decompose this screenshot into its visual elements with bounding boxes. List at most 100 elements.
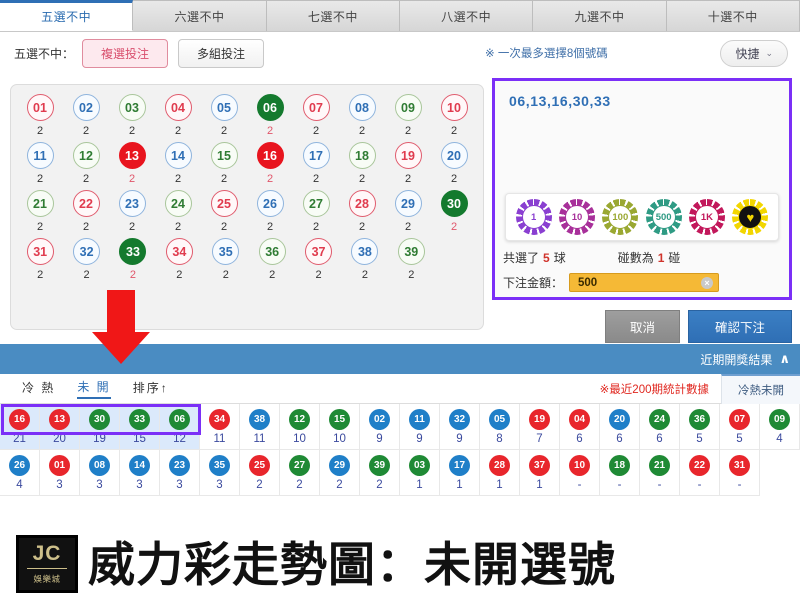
number-ball-25[interactable]: 25 [210,190,238,217]
chip-500[interactable]: 500 [645,199,682,235]
number-ball-29[interactable]: 29 [394,190,422,217]
stats-cell-26[interactable]: 26 4 [0,450,40,496]
number-ball-35[interactable]: 35 [212,238,240,265]
stats-ball-07[interactable]: 07 [729,409,750,430]
stats-ball-03[interactable]: 03 [409,455,430,476]
number-cell-10[interactable]: 10 2 [431,94,477,142]
stats-ball-13[interactable]: 13 [49,409,70,430]
number-ball-32[interactable]: 32 [73,238,101,265]
stats-cell-37[interactable]: 37 1 [520,450,560,496]
number-cell-23[interactable]: 23 2 [109,190,155,238]
stats-ball-19[interactable]: 19 [529,409,550,430]
stats-cell-17[interactable]: 17 1 [440,450,480,496]
chip-100[interactable]: 100 [602,199,639,235]
number-ball-27[interactable]: 27 [302,190,330,217]
number-ball-36[interactable]: 36 [258,238,286,265]
chip-1[interactable]: 1 [515,199,552,235]
stats-cell-10[interactable]: 10 - [560,450,600,496]
number-cell-20[interactable]: 20 2 [431,142,477,190]
stats-cell-34[interactable]: 34 11 [200,404,240,450]
stats-ball-20[interactable]: 20 [609,409,630,430]
stats-cell-38[interactable]: 38 11 [240,404,280,450]
number-cell-05[interactable]: 05 2 [201,94,247,142]
number-ball-28[interactable]: 28 [348,190,376,217]
stats-ball-15[interactable]: 15 [329,409,350,430]
number-ball-31[interactable]: 31 [26,238,54,265]
number-cell-30[interactable]: 30 2 [431,190,477,238]
number-cell-33[interactable]: 33 2 [110,238,156,286]
number-cell-01[interactable]: 01 2 [17,94,63,142]
tab-cold-hot[interactable]: 冷 熱 [22,379,55,398]
stats-cell-29[interactable]: 29 2 [320,450,360,496]
stats-ball-39[interactable]: 39 [369,455,390,476]
number-ball-19[interactable]: 19 [394,142,422,169]
bet-amount-input[interactable]: 500 × [569,273,720,292]
stats-ball-27[interactable]: 27 [289,455,310,476]
stats-ball-01[interactable]: 01 [49,455,70,476]
stats-ball-30[interactable]: 30 [89,409,110,430]
stats-cell-16[interactable]: 16 21 [0,404,40,450]
stats-cell-12[interactable]: 12 10 [280,404,320,450]
number-ball-26[interactable]: 26 [256,190,284,217]
stats-cell-21[interactable]: 21 - [640,450,680,496]
stats-ball-29[interactable]: 29 [329,455,350,476]
number-cell-27[interactable]: 27 2 [293,190,339,238]
number-ball-37[interactable]: 37 [305,238,333,265]
number-cell-07[interactable]: 07 2 [293,94,339,142]
stats-ball-04[interactable]: 04 [569,409,590,430]
stats-cell-07[interactable]: 07 5 [720,404,760,450]
stats-cell-36[interactable]: 36 5 [680,404,720,450]
stats-ball-06[interactable]: 06 [169,409,190,430]
number-ball-30[interactable]: 30 [440,190,468,217]
multi-group-bet-button[interactable]: 多組投注 [178,38,265,68]
number-ball-18[interactable]: 18 [348,142,376,169]
number-ball-20[interactable]: 20 [440,142,468,169]
stats-cell-13[interactable]: 13 20 [40,404,80,450]
number-ball-23[interactable]: 23 [118,190,146,217]
tab-cold-hot-unopened[interactable]: 冷熱未開 [721,373,800,404]
number-ball-22[interactable]: 22 [72,190,100,217]
stats-ball-26[interactable]: 26 [9,455,30,476]
number-cell-37[interactable]: 37 2 [295,238,341,286]
number-ball-06[interactable]: 06 [256,94,284,121]
stats-cell-24[interactable]: 24 6 [640,404,680,450]
stats-ball-33[interactable]: 33 [129,409,150,430]
chip-1K[interactable]: 1K [688,199,725,235]
tab-5[interactable]: 九選不中 [532,0,667,31]
number-cell-13[interactable]: 13 2 [109,142,155,190]
number-cell-16[interactable]: 16 2 [247,142,293,190]
stats-cell-31[interactable]: 31 - [720,450,760,496]
number-cell-21[interactable]: 21 2 [17,190,63,238]
number-ball-17[interactable]: 17 [302,142,330,169]
number-ball-16[interactable]: 16 [256,142,284,169]
number-cell-14[interactable]: 14 2 [155,142,201,190]
number-ball-12[interactable]: 12 [72,142,100,169]
stats-cell-02[interactable]: 02 9 [360,404,400,450]
stats-ball-02[interactable]: 02 [369,409,390,430]
stats-cell-04[interactable]: 04 6 [560,404,600,450]
stats-ball-32[interactable]: 32 [449,409,470,430]
stats-ball-17[interactable]: 17 [449,455,470,476]
number-ball-03[interactable]: 03 [118,94,146,121]
tab-2[interactable]: 六選不中 [132,0,267,31]
number-cell-06[interactable]: 06 2 [247,94,293,142]
number-cell-39[interactable]: 39 2 [388,238,434,286]
chip-♥[interactable]: ♥ [732,199,769,235]
number-cell-34[interactable]: 34 2 [156,238,202,286]
stats-ball-25[interactable]: 25 [249,455,270,476]
number-cell-26[interactable]: 26 2 [247,190,293,238]
number-cell-29[interactable]: 29 2 [385,190,431,238]
cancel-button[interactable]: 取消 [604,310,680,343]
stats-ball-31[interactable]: 31 [729,455,750,476]
tab-unopened[interactable]: 未 開 [77,378,111,399]
stats-ball-11[interactable]: 11 [409,409,430,430]
chevron-up-icon[interactable]: ∧ [779,351,790,367]
number-cell-32[interactable]: 32 2 [63,238,109,286]
number-cell-08[interactable]: 08 2 [339,94,385,142]
number-ball-07[interactable]: 07 [302,94,330,121]
stats-cell-11[interactable]: 11 9 [400,404,440,450]
stats-cell-39[interactable]: 39 2 [360,450,400,496]
number-cell-19[interactable]: 19 2 [385,142,431,190]
number-cell-17[interactable]: 17 2 [293,142,339,190]
stats-cell-33[interactable]: 33 15 [120,404,160,450]
